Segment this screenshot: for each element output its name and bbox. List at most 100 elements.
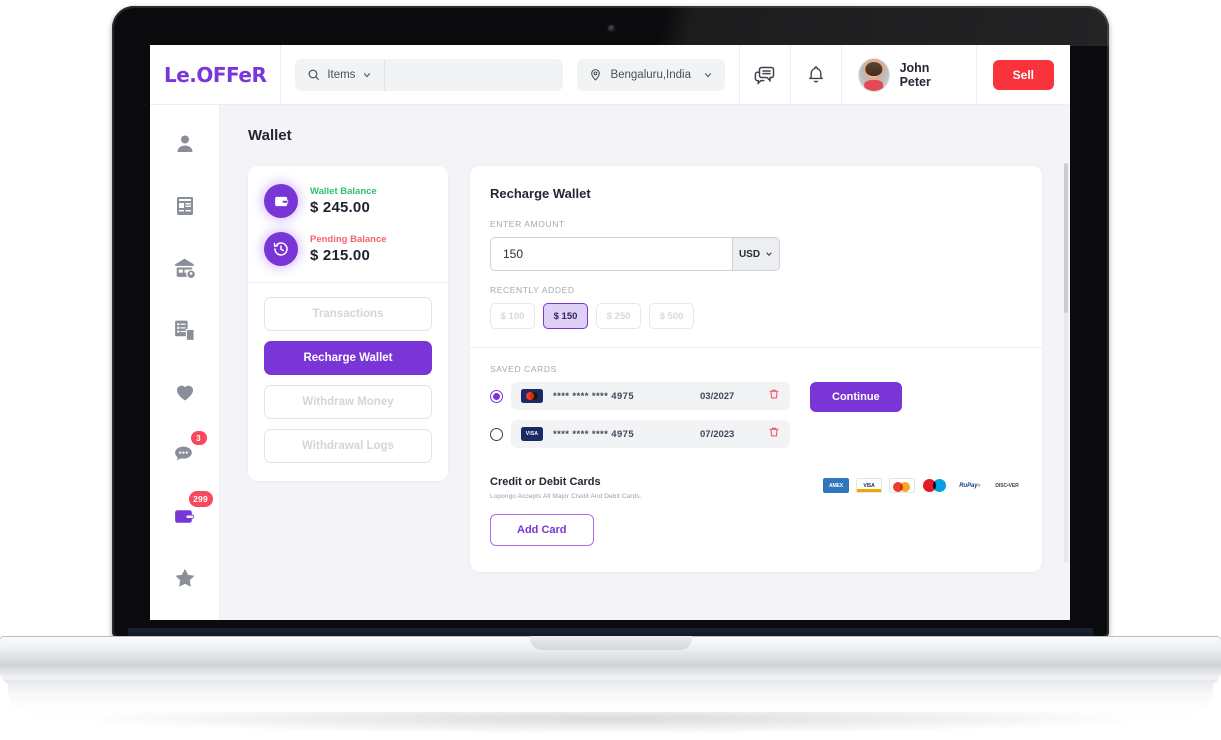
- sidebar-item-profile[interactable]: [163, 123, 207, 165]
- brand-logo-text: Le.OFFeR: [163, 62, 267, 87]
- sidebar-item-wallet[interactable]: 299: [163, 491, 213, 537]
- saved-card-radio-2[interactable]: [490, 427, 503, 441]
- order-bag-icon: [175, 320, 195, 341]
- visa-icon: VISA: [856, 478, 882, 493]
- amount-chip-100[interactable]: $ 100: [490, 303, 535, 329]
- screenshot-stage: Le.OFFeR Items Bengaluru,India John Pete…: [0, 0, 1221, 740]
- chat-icon: [175, 446, 192, 460]
- amount-chips: $ 100 $ 150 $ 250 $ 500: [490, 303, 1022, 329]
- mastercard-icon: [889, 478, 915, 493]
- messages-button[interactable]: [739, 45, 790, 104]
- search-category-dropdown[interactable]: Items: [295, 58, 386, 91]
- wallet-balance-text: Wallet Balance $ 245.00: [310, 186, 377, 216]
- credit-debit-subtitle: Lopongo Accepts All Major Credit And Deb…: [490, 493, 642, 500]
- sidebar-item-messages[interactable]: 3: [163, 431, 207, 475]
- pending-balance-label: Pending Balance: [310, 234, 387, 245]
- location-label: Bengaluru,India: [610, 68, 691, 81]
- sidebar: 3 299: [150, 105, 220, 620]
- wallet-balance-value: $ 245.00: [310, 199, 370, 216]
- trash-icon: [769, 427, 779, 437]
- user-name-label: John Peter: [899, 60, 931, 89]
- sidebar-item-store[interactable]: [163, 247, 207, 289]
- user-icon: [177, 135, 192, 152]
- transactions-button[interactable]: Transactions: [264, 297, 432, 331]
- avatar: [857, 57, 890, 92]
- browser-screen: Le.OFFeR Items Bengaluru,India John Pete…: [150, 45, 1070, 620]
- messages-badge: 3: [190, 431, 207, 445]
- search-category-label: Items: [327, 68, 356, 81]
- heart-icon: [176, 385, 193, 401]
- amount-input[interactable]: [490, 237, 732, 271]
- search-area: Items: [281, 45, 577, 104]
- wallet-columns: Wallet Balance $ 245.00 Pending Balance …: [248, 166, 1042, 572]
- discover-icon: DISC•VER: [992, 478, 1022, 493]
- sidebar-item-reviews[interactable]: [163, 557, 207, 599]
- add-card-button[interactable]: Add Card: [490, 514, 594, 546]
- trash-icon: [769, 389, 779, 399]
- maestro-icon: [922, 478, 948, 493]
- mastercard-icon: [521, 389, 543, 403]
- recharge-panel-title: Recharge Wallet: [490, 186, 591, 201]
- saved-cards-area: **** **** **** 4975 03/2027 VISA **** **…: [490, 382, 1022, 458]
- continue-button[interactable]: Continue: [810, 382, 902, 412]
- star-icon: [175, 568, 194, 587]
- pending-balance-icon-circle: [264, 232, 298, 266]
- pending-balance-text: Pending Balance $ 215.00: [310, 234, 387, 264]
- search-input[interactable]: [385, 58, 564, 91]
- user-menu[interactable]: John Peter: [840, 45, 976, 104]
- saved-cards-list: **** **** **** 4975 03/2027 VISA **** **…: [490, 382, 790, 458]
- visa-icon: VISA: [521, 427, 543, 441]
- saved-cards-label: SAVED CARDS: [490, 364, 557, 374]
- enter-amount-label: ENTER AMOUNT: [490, 219, 565, 229]
- saved-card-pill-2[interactable]: VISA **** **** **** 4975 07/2023: [511, 420, 790, 448]
- chevron-down-icon: [766, 252, 772, 256]
- search-box: Items: [295, 58, 564, 91]
- currency-dropdown[interactable]: USD: [732, 237, 780, 271]
- wallet-icon: [274, 196, 288, 206]
- amount-chip-250[interactable]: $ 250: [596, 303, 641, 329]
- saved-card-pill-1[interactable]: **** **** **** 4975 03/2027: [511, 382, 790, 410]
- search-icon: [308, 69, 320, 80]
- saved-card-row: VISA **** **** **** 4975 07/2023: [490, 420, 790, 448]
- panel-divider: [470, 347, 1042, 348]
- recently-added-label: RECENTLY ADDED: [490, 285, 575, 295]
- sell-area: Sell: [975, 45, 1070, 104]
- app-header: Le.OFFeR Items Bengaluru,India John Pete…: [150, 45, 1070, 105]
- sidebar-item-orders[interactable]: [163, 309, 207, 351]
- rupay-icon: RuPay»: [955, 478, 985, 493]
- amount-chip-500[interactable]: $ 500: [649, 303, 694, 329]
- notifications-button[interactable]: [790, 45, 841, 104]
- brand-logo[interactable]: Le.OFFeR: [150, 45, 282, 104]
- laptop-base-notch: [530, 636, 692, 650]
- delete-card-button-1[interactable]: [768, 387, 780, 405]
- saved-card-radio-1[interactable]: [490, 389, 503, 403]
- recharge-wallet-button[interactable]: Recharge Wallet: [264, 341, 432, 375]
- location-dropdown[interactable]: Bengaluru,India: [577, 58, 726, 91]
- sidebar-item-favorites[interactable]: [163, 371, 207, 413]
- credit-debit-cards-block: Credit or Debit Cards Lopongo Accepts Al…: [490, 476, 1022, 500]
- wallet-badge: 299: [188, 491, 213, 507]
- app-body: 3 299 Wallet Wallet Balance $ 245.00 Pen…: [150, 105, 1070, 620]
- currency-label: USD: [738, 248, 761, 260]
- location-left: Bengaluru,India: [589, 68, 691, 81]
- bell-icon: [808, 65, 824, 83]
- credit-debit-text: Credit or Debit Cards Lopongo Accepts Al…: [490, 476, 642, 500]
- wallet-summary-card: Wallet Balance $ 245.00 Pending Balance …: [248, 166, 448, 481]
- scrollbar-thumb[interactable]: [1064, 163, 1068, 313]
- delete-card-button-2[interactable]: [768, 425, 780, 443]
- wallet-card-divider: [248, 282, 448, 283]
- amount-chip-150[interactable]: $ 150: [543, 303, 588, 329]
- pending-balance-value: $ 215.00: [310, 247, 370, 264]
- withdrawal-logs-button[interactable]: Withdrawal Logs: [264, 429, 432, 463]
- withdraw-money-button[interactable]: Withdraw Money: [264, 385, 432, 419]
- card-brand-logos: AMEX VISA RuPay» DISC•VER: [823, 476, 1022, 493]
- saved-card-row: **** **** **** 4975 03/2027: [490, 382, 790, 410]
- sidebar-item-listings[interactable]: [163, 185, 207, 227]
- sell-button[interactable]: Sell: [992, 59, 1054, 90]
- saved-card-number-2: **** **** **** 4975: [553, 428, 635, 440]
- pending-balance-row: Pending Balance $ 215.00: [264, 232, 432, 266]
- wallet-icon: [175, 509, 194, 523]
- amex-icon: AMEX: [823, 478, 849, 493]
- chevron-down-icon: [705, 72, 712, 77]
- laptop-shadow: [60, 712, 1160, 734]
